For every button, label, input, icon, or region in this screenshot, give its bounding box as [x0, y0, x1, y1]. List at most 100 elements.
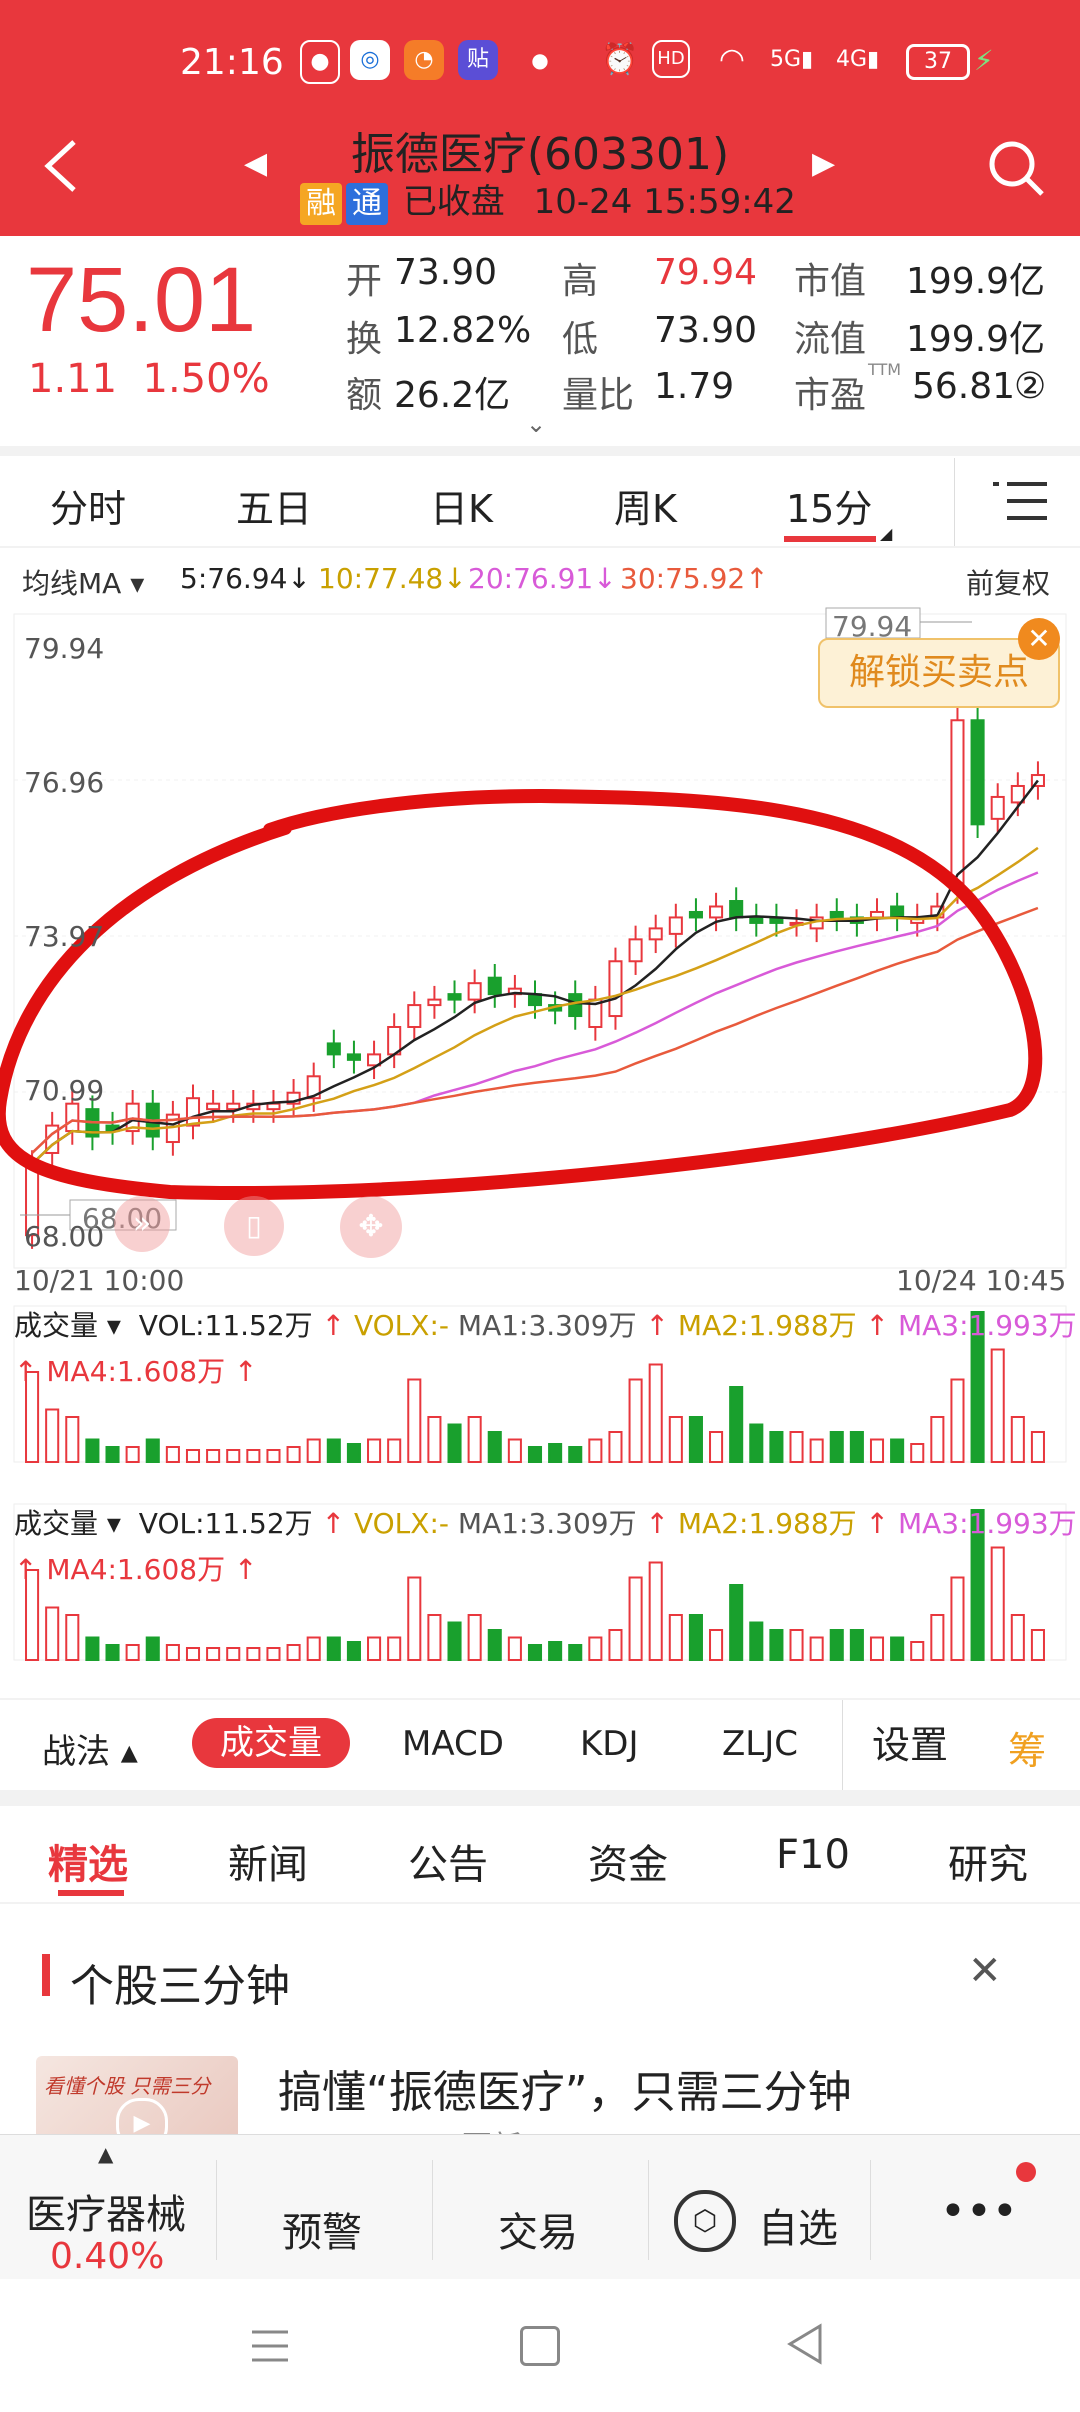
tab-15min[interactable]: 15分 [786, 478, 872, 533]
tab-research[interactable]: 研究 [948, 1832, 1028, 1890]
section-close-icon[interactable]: ✕ [968, 1948, 1002, 1994]
volume-bar [668, 1416, 683, 1463]
volume-bar [1030, 1431, 1045, 1463]
candle-body [829, 910, 844, 919]
volume-bar [648, 1561, 663, 1661]
signal-4g-icon: 4G▮ [836, 47, 880, 72]
volume-bar [125, 1644, 140, 1661]
indicator-volume[interactable]: 成交量 [192, 1718, 350, 1768]
volume-label[interactable]: 成交量 [14, 1309, 98, 1342]
recents-icon[interactable] [250, 2326, 290, 2370]
search-button[interactable] [984, 136, 1048, 204]
ma20-value: 20:76.91↓ [468, 562, 617, 595]
strategy-menu[interactable]: 战法 ▴ [42, 1724, 138, 1773]
volume-bar [387, 1636, 402, 1661]
volume-bar [749, 1423, 764, 1463]
vol-ma3: MA3:1.993万 [897, 1309, 1077, 1342]
vol-ma2: MA2:1.988万 [677, 1309, 857, 1342]
sector-pct: 0.40% [50, 2236, 165, 2277]
volume-bar [930, 1614, 945, 1661]
tab-f10[interactable]: F10 [776, 1832, 850, 1878]
volume-bar [527, 1446, 543, 1463]
volume-bar [527, 1644, 543, 1661]
open-value: 73.90 [394, 252, 498, 293]
volume-bar [447, 1423, 462, 1463]
tab-daily-k[interactable]: 日K [430, 478, 493, 533]
section-accent-bar [42, 1954, 50, 1996]
fullscreen-icon[interactable]: ✥ [340, 1196, 402, 1258]
settings-button[interactable]: 设置 [842, 1700, 977, 1790]
tab-five-day[interactable]: 五日 [236, 478, 312, 533]
vol-ma1-2: MA1:3.309万 [457, 1507, 637, 1540]
tab-intraday[interactable]: 分时 [50, 478, 126, 533]
article-title[interactable]: 搞懂“振德医疗”，只需三分钟 [278, 2056, 852, 2120]
double-chevron-icon[interactable]: » [114, 1196, 170, 1252]
home-icon[interactable] [520, 2326, 560, 2366]
volume-bar [206, 1647, 221, 1661]
tab-announcements[interactable]: 公告 [408, 1832, 488, 1890]
sector-name[interactable]: 医疗器械 [26, 2182, 186, 2240]
expand-chevron-icon[interactable]: ⌄ [526, 410, 546, 438]
candlesticks [25, 706, 1045, 1249]
chart-menu-button[interactable] [954, 458, 1080, 546]
alert-button[interactable]: 预警 [282, 2200, 362, 2258]
volume-bar [1010, 1614, 1025, 1661]
tab-news[interactable]: 新闻 [228, 1832, 308, 1890]
next-stock-button[interactable]: ▶ [812, 146, 835, 181]
chip-distribution-button[interactable]: 筹 [1008, 1720, 1046, 1775]
ma-selector[interactable]: 均线MA ▾ [22, 562, 144, 602]
indicator-zljc[interactable]: ZLJC [722, 1724, 798, 1764]
tab-funds[interactable]: 资金 [588, 1832, 668, 1890]
period-tabs [0, 456, 1080, 546]
indicator-kdj[interactable]: KDJ [580, 1724, 639, 1764]
candle-body [407, 1004, 422, 1028]
volume-bar [608, 1629, 623, 1661]
volume-bar [185, 1647, 201, 1661]
volratio-value: 1.79 [654, 366, 735, 407]
news-tabs [0, 1806, 1080, 1902]
close-icon[interactable]: ✕ [1018, 618, 1060, 660]
volume-bar [85, 1438, 100, 1463]
volume-bar [668, 1614, 683, 1661]
trade-button[interactable]: 交易 [498, 2200, 578, 2258]
pe-info-badge[interactable]: ② [1014, 366, 1046, 407]
tab-featured[interactable]: 精选 [48, 1832, 128, 1890]
candle-body [608, 960, 623, 1018]
candle-body [447, 993, 462, 1001]
rotate-screen-icon[interactable]: ▯ [224, 1196, 284, 1256]
status-time: 21:16 [180, 42, 284, 83]
volume-bar [890, 1438, 905, 1463]
watchlist-button[interactable]: 自选 [758, 2196, 838, 2254]
active-tab-indicator [784, 536, 876, 542]
adjust-mode[interactable]: 前复权 [966, 562, 1050, 602]
candle-body [65, 1102, 80, 1133]
volume-label-2[interactable]: 成交量 [14, 1507, 98, 1540]
more-button[interactable]: ••• [940, 2186, 1018, 2237]
mktcap-label: 市值 [794, 261, 867, 302]
volume-bar [427, 1614, 442, 1661]
volume-bar [45, 1408, 60, 1463]
watchlist-icon[interactable]: ⬡ [674, 2190, 736, 2252]
volume-bar [306, 1636, 321, 1661]
volume-bar [367, 1636, 382, 1661]
volume-bar [950, 1378, 965, 1463]
tab-weekly-k[interactable]: 周K [614, 478, 677, 533]
ma30-value: 30:75.92↑ [620, 562, 769, 595]
candle-body [346, 1053, 361, 1061]
low-label: 低 [562, 319, 599, 360]
more-notify-dot: ● [531, 48, 549, 72]
signal-5g-icon: 5G▮ [770, 47, 814, 72]
volume-bar [688, 1614, 703, 1661]
volume-bar [45, 1606, 60, 1661]
indicator-macd[interactable]: MACD [402, 1724, 504, 1764]
mktcap-value: 199.9亿 [906, 261, 1046, 302]
last-price: 75.01 [26, 249, 257, 351]
volx-value-2: VOLX:- [353, 1507, 449, 1540]
volume-ma4-2: ↑ MA4:1.608万 ↑ [14, 1553, 258, 1586]
back-nav-icon[interactable] [784, 2322, 824, 2370]
volume-bar [326, 1438, 341, 1463]
volume-bar [165, 1644, 180, 1661]
candle-body [568, 993, 583, 1018]
nav-divider-4 [870, 2160, 871, 2260]
volume-bar [467, 1416, 482, 1463]
